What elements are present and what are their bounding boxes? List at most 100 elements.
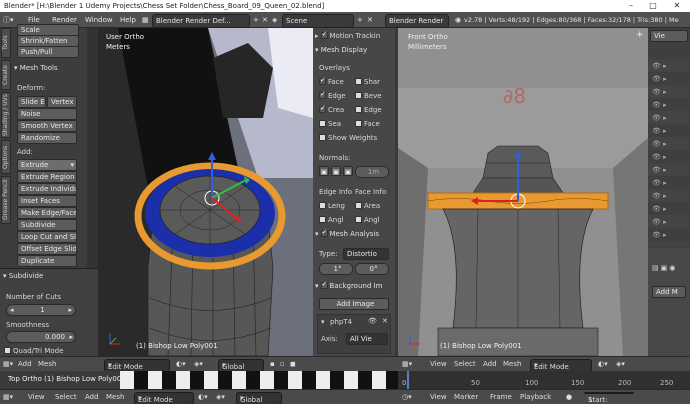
layout-icon[interactable]: ▦ <box>142 14 149 26</box>
loop-cut-slide-button[interactable]: Loop Cut and Slide <box>17 231 77 243</box>
property-tabs-icons[interactable]: ▤▣◉ <box>652 264 677 272</box>
timeline-area[interactable]: 0 50 100 150 200 250 <box>398 371 690 389</box>
face-select-icon[interactable]: ◼ <box>290 359 296 370</box>
menu-view[interactable]: View <box>430 359 447 370</box>
viewport-front-ortho[interactable]: ∂8 Front Ortho Millimeters (1) Bishop Lo… <box>398 28 648 356</box>
push-pull-button[interactable]: Push/Pull <box>17 46 79 58</box>
tab-create[interactable]: Create <box>1 60 11 90</box>
subdivide-header[interactable]: ▾ Subdivide <box>3 272 43 280</box>
remove-image-icon[interactable]: ✕ <box>382 317 388 325</box>
tool-shelf-scrollbar[interactable] <box>87 28 98 268</box>
tab-shading-uvs[interactable]: Shading / UVs <box>1 92 11 138</box>
menu-select[interactable]: Select <box>55 392 77 403</box>
inset-faces-button[interactable]: Inset Faces <box>17 195 77 207</box>
editor-type-icon[interactable]: ▦▾ <box>402 359 412 370</box>
image-expand-icon[interactable]: ▾ <box>321 318 325 326</box>
tab-options[interactable]: Options <box>1 140 11 174</box>
face-angle-checkbox[interactable]: Angl <box>355 216 380 224</box>
smooth-vertex-button[interactable]: Smooth Vertex <box>17 120 77 132</box>
viewport-user-ortho[interactable]: User Ortho Meters (1) Bishop Low Poly001… <box>98 28 313 356</box>
distortion-max-field[interactable]: 0° <box>355 263 389 275</box>
edge-marks-checkbox[interactable]: Edge <box>355 106 382 114</box>
edge-length-checkbox[interactable]: Leng <box>319 202 345 210</box>
extrude-region-button[interactable]: Extrude Region <box>17 171 77 183</box>
split-normal-icon[interactable]: ▣ <box>331 166 341 176</box>
menu-select[interactable]: Select <box>454 359 476 370</box>
outliner-eye-icons[interactable]: 👁 ▸ 👁 ▸ 👁 ▸ 👁 ▸ 👁 ▸ 👁 ▸ 👁 ▸ 👁 ▸ 👁 ▸ 👁 ▸ 👁 ▸ 👁 ▸ 👁 ▸ 👁… <box>652 60 667 242</box>
bevel-overlay-checkbox[interactable]: Beve <box>355 92 382 100</box>
face-area-checkbox[interactable]: Area <box>355 202 380 210</box>
show-weights-checkbox[interactable]: Show Weights <box>319 134 377 142</box>
menu-view[interactable]: View <box>430 392 447 403</box>
edge-overlay-checkbox[interactable]: Edge <box>319 92 346 100</box>
noise-button[interactable]: Noise <box>17 108 77 120</box>
orientation-selector[interactable]: Global ▾ <box>236 392 282 404</box>
layout-close-button[interactable]: ✕ <box>262 14 268 26</box>
shading-icon[interactable]: ◐▾ <box>176 359 186 370</box>
tab-grease-pencil[interactable]: Grease Pencil <box>1 176 11 224</box>
scene-selector[interactable]: Scene <box>282 14 354 28</box>
current-frame-indicator[interactable] <box>407 371 409 389</box>
add-modifier-button[interactable]: Add M <box>652 286 686 298</box>
motion-tracking-row[interactable]: ▸Motion Trackin <box>315 32 380 40</box>
scene-close-button[interactable]: ✕ <box>367 14 373 26</box>
edge-select-icon[interactable]: ▫ <box>280 359 285 370</box>
mesh-tools-header[interactable]: ▾ Mesh Tools <box>14 64 58 72</box>
shading-icon[interactable]: ◐▾ <box>598 359 608 370</box>
menu-window[interactable]: Window <box>85 14 113 26</box>
menu-view[interactable]: View <box>28 392 45 403</box>
minimize-button[interactable]: – <box>620 0 642 12</box>
menu-add[interactable]: Add <box>483 359 497 370</box>
normal-size-field[interactable]: 1m <box>355 166 389 178</box>
menu-help[interactable]: Help <box>120 14 136 26</box>
vertex-normal-icon[interactable]: ▣ <box>319 166 329 176</box>
randomize-button[interactable]: Randomize <box>17 132 77 144</box>
mode-selector[interactable]: Edit Mode ▾ <box>134 392 194 404</box>
menu-marker[interactable]: Marker <box>454 392 478 403</box>
edge-angle-checkbox[interactable]: Angl <box>319 216 344 224</box>
tab-tools[interactable]: Tools <box>1 28 11 58</box>
shading-icon[interactable]: ◐▾ <box>198 392 208 403</box>
menu-add[interactable]: Add <box>18 359 32 370</box>
slide-edge-button[interactable]: Slide Ed <box>17 96 46 108</box>
editor-type-icon[interactable]: ◷▾ <box>402 392 412 403</box>
pivot-icon[interactable]: ◈▾ <box>194 359 203 370</box>
close-button[interactable]: ✕ <box>664 0 690 12</box>
slide-vertex-button[interactable]: Vertex <box>47 96 77 108</box>
vertex-select-icon[interactable]: ▪ <box>270 359 275 370</box>
editor-type-icon[interactable]: ⓘ▾ <box>3 14 14 26</box>
menu-add[interactable]: Add <box>85 392 99 403</box>
outliner-view-menu[interactable]: Vie <box>650 30 688 42</box>
make-edge-face-button[interactable]: Make Edge/Face <box>17 207 77 219</box>
start-frame-field[interactable]: Start: 1 <box>584 392 634 404</box>
scene-add-button[interactable]: + <box>357 14 363 26</box>
pivot-icon[interactable]: ◈▾ <box>216 392 225 403</box>
add-region-icon[interactable]: + <box>300 30 308 40</box>
pivot-icon[interactable]: ◈▾ <box>616 359 625 370</box>
duplicate-button[interactable]: Duplicate <box>17 255 77 267</box>
editor-type-icon[interactable]: ▦▾ <box>3 392 13 403</box>
seam-overlay-checkbox[interactable]: Sea <box>319 120 341 128</box>
number-of-cuts-field[interactable]: ◂ 1 ▸ <box>6 304 76 316</box>
menu-mesh[interactable]: Mesh <box>106 392 124 403</box>
menu-mesh[interactable]: Mesh <box>38 359 56 370</box>
crease-overlay-checkbox[interactable]: Crea <box>319 106 344 114</box>
record-icon[interactable]: ● <box>566 392 572 403</box>
extrude-button[interactable]: Extrude ▾ <box>17 159 77 171</box>
sharp-overlay-checkbox[interactable]: Shar <box>355 78 380 86</box>
render-engine-selector[interactable]: Blender Render <box>385 14 449 28</box>
background-images-header[interactable]: ▾Background Im <box>315 282 382 290</box>
scene-icon[interactable]: ◈ <box>272 14 277 26</box>
mesh-display-header[interactable]: ▾ Mesh Display <box>315 46 367 54</box>
eye-icon[interactable]: 👁 <box>368 317 377 325</box>
distortion-min-field[interactable]: 1° <box>319 263 353 275</box>
extrude-individual-button[interactable]: Extrude Individual <box>17 183 77 195</box>
maximize-button[interactable]: □ <box>642 0 664 12</box>
layout-add-button[interactable]: + <box>253 14 259 26</box>
face-overlay-checkbox[interactable]: Face <box>319 78 344 86</box>
editor-type-icon[interactable]: ▦▾ <box>3 359 13 370</box>
menu-mesh[interactable]: Mesh <box>503 359 521 370</box>
mesh-analysis-header[interactable]: ▾Mesh Analysis <box>315 230 379 238</box>
analysis-type-dropdown[interactable]: Distortio <box>343 248 389 260</box>
menu-playback[interactable]: Playback <box>520 392 551 403</box>
